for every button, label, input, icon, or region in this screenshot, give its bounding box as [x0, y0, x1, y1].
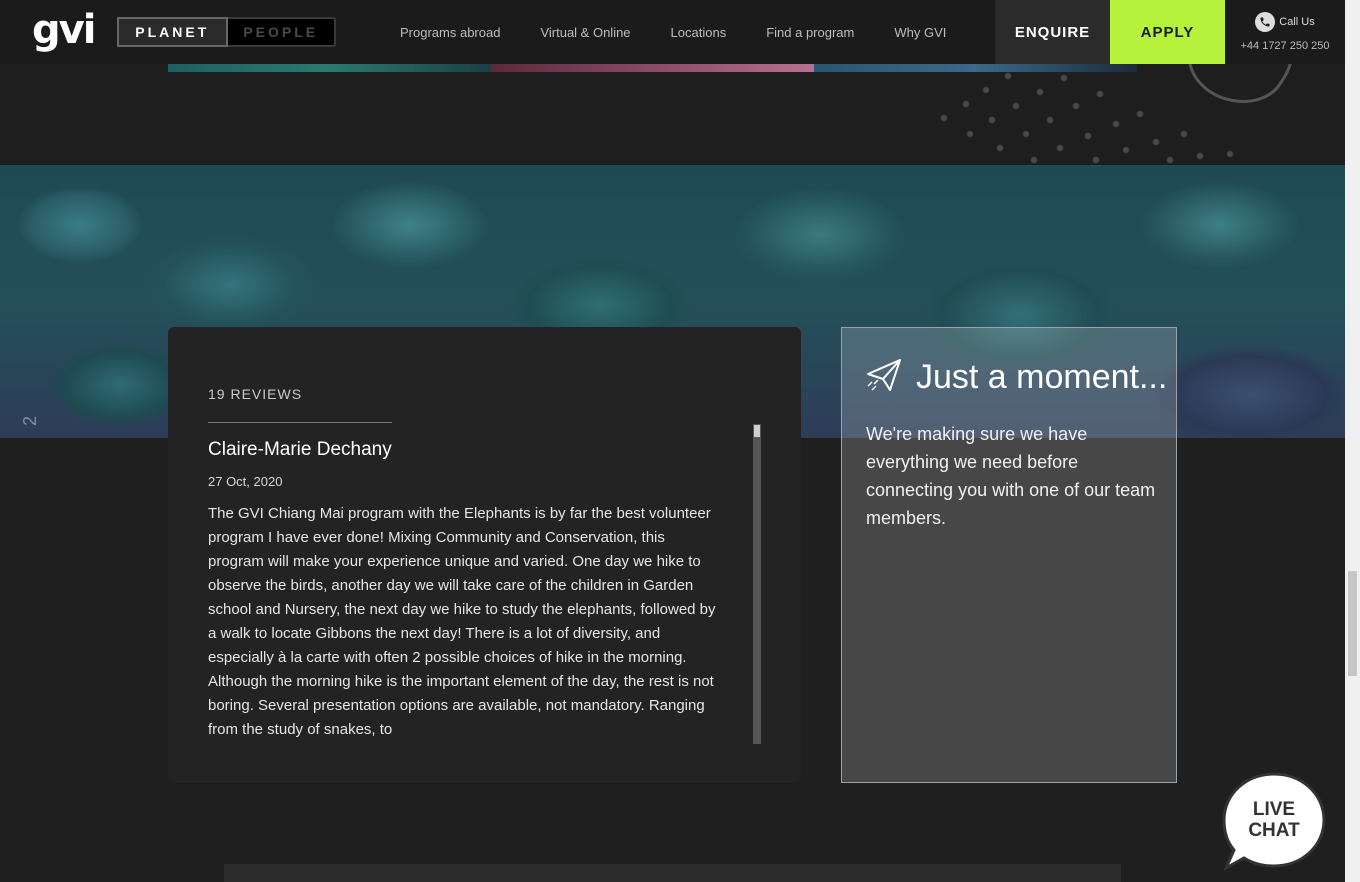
page-scrollbar[interactable] [1345, 0, 1360, 882]
live-chat-line2: CHAT [1248, 820, 1300, 841]
toggle-planet[interactable]: PLANET [117, 17, 228, 47]
gvi-logo[interactable]: gvi [32, 8, 96, 52]
banner-side-number: 2 [20, 415, 40, 426]
page-scroll-thumb[interactable] [1348, 571, 1357, 676]
live-chat-label: LIVE CHAT [1222, 799, 1326, 841]
paper-plane-icon [866, 358, 902, 397]
loading-message: We're making sure we have everything we … [866, 424, 1156, 528]
call-us[interactable]: Call Us +44 1727 250 250 [1225, 0, 1345, 64]
nav-why-gvi[interactable]: Why GVI [874, 25, 966, 40]
enquiry-loading-card: Just a moment... We're making sure we ha… [841, 327, 1177, 783]
phone-icon [1255, 12, 1276, 32]
toggle-people[interactable]: PEOPLE [228, 19, 335, 45]
reviews-card: 19 REVIEWS Claire-Marie Dechany 27 Oct, … [168, 327, 801, 783]
live-chat-line1: LIVE [1252, 799, 1296, 820]
reviewer-name: Claire-Marie Dechany [208, 439, 392, 460]
nav-programs-abroad[interactable]: Programs abroad [380, 25, 520, 40]
review-date: 27 Oct, 2020 [208, 474, 283, 489]
review-text: The GVI Chiang Mai program with the Elep… [208, 505, 716, 738]
planet-people-toggle[interactable]: PLANET PEOPLE [117, 17, 336, 47]
next-section-edge [224, 864, 1121, 882]
phone-number[interactable]: +44 1727 250 250 [1225, 40, 1345, 52]
top-navigation: gvi PLANET PEOPLE Programs abroad Virtua… [0, 0, 1345, 64]
apply-button[interactable]: APPLY [1110, 0, 1225, 64]
loading-title: Just a moment... [916, 358, 1168, 396]
call-us-label: Call Us [1279, 16, 1315, 28]
reviews-scrollbar[interactable] [753, 424, 761, 744]
nav-virtual-online[interactable]: Virtual & Online [520, 25, 650, 40]
reviews-scroll-thumb[interactable] [754, 425, 760, 437]
main-menu: Programs abroad Virtual & Online Locatio… [380, 0, 966, 64]
nav-find-a-program[interactable]: Find a program [746, 25, 874, 40]
nav-locations[interactable]: Locations [651, 25, 747, 40]
review-item: Claire-Marie Dechany 27 Oct, 2020 The GV… [208, 439, 718, 742]
loading-heading: Just a moment... [866, 358, 1167, 397]
reviews-divider [208, 422, 392, 423]
decorative-dot-pattern [930, 64, 1345, 165]
enquire-button[interactable]: ENQUIRE [995, 0, 1110, 64]
live-chat-button[interactable]: LIVE CHAT [1222, 772, 1326, 872]
reviews-count: 19 REVIEWS [208, 386, 303, 402]
